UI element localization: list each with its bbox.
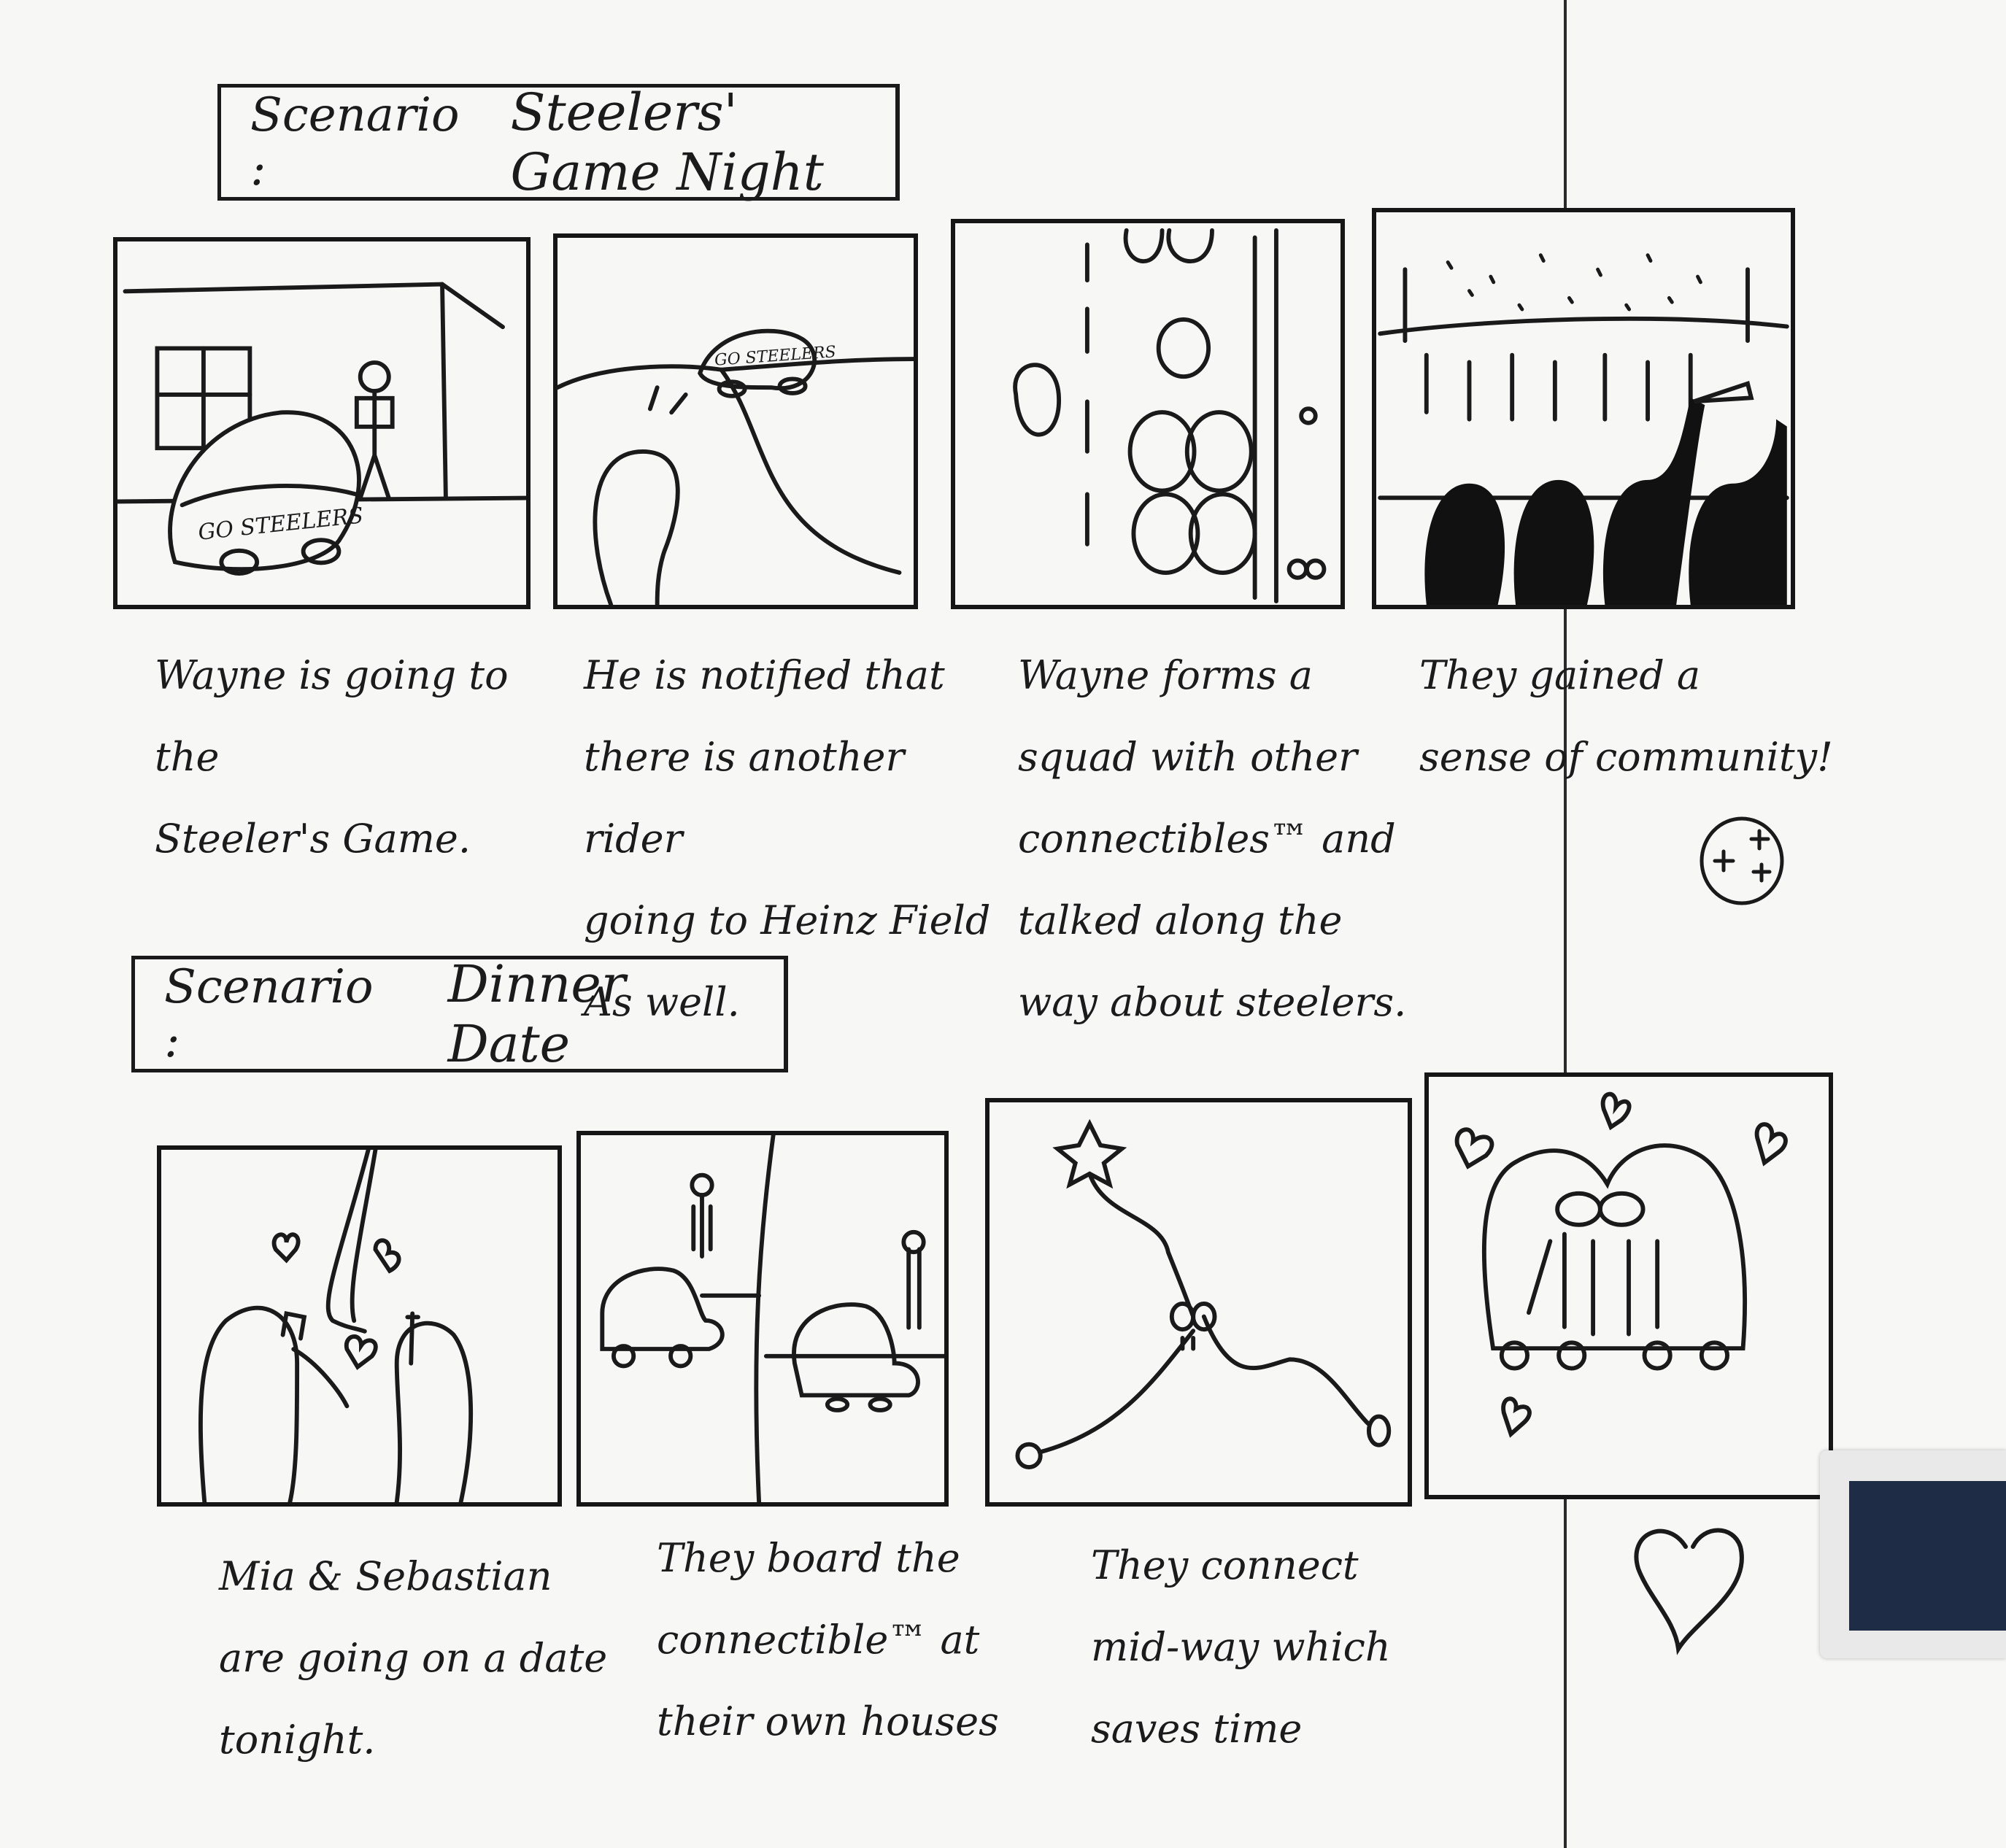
scenario-2-label: Scenario : <box>164 960 374 1068</box>
panel-2-4 <box>1424 1072 1833 1499</box>
caption-1-3: Wayne forms a squad with other connectib… <box>1018 652 1407 1025</box>
caption-2-1: Mia & Sebastian are going on a date toni… <box>219 1553 608 1763</box>
caption-1-4: They gained a sense of community! <box>1419 652 1833 780</box>
car-text-go: GO <box>196 516 235 546</box>
caption-2-2: They board the connectible™ at their own… <box>657 1535 999 1744</box>
panel-1-1: GO STEELERS <box>113 237 531 609</box>
scenario-1-title-box: Scenario : Steelers' Game Night <box>217 82 900 202</box>
heart-icon <box>1634 1528 1744 1655</box>
panel-1-4 <box>1372 208 1795 609</box>
thermostat-device <box>1820 1450 2006 1658</box>
smiley-icon <box>1700 816 1784 905</box>
car-text-go-2: GO <box>714 349 741 370</box>
panel-2-3 <box>985 1098 1412 1507</box>
panel-2-2 <box>576 1131 949 1507</box>
scenario-1-title: Steelers' Game Night <box>510 82 824 202</box>
panel-1-2: GO STEELERS <box>553 233 918 609</box>
panel-1-3 <box>951 219 1345 609</box>
device-screen <box>1849 1481 2006 1631</box>
scenario-1-label: Scenario : <box>250 88 460 196</box>
caption-2-3: They connect mid-way which saves time <box>1091 1542 1391 1752</box>
scenario-2-title: Dinner Date <box>447 954 626 1074</box>
scenario-2-title-box: Scenario : Dinner Date <box>131 954 788 1074</box>
panel-2-1 <box>157 1145 562 1507</box>
caption-1-1: Wayne is going to the Steeler's Game. <box>155 652 509 862</box>
